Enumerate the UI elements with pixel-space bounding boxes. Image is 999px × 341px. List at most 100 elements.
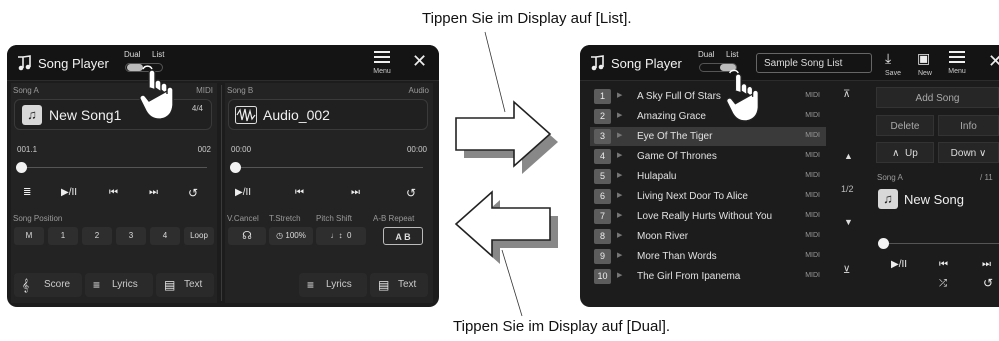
score-button[interactable]: 𝄞 Score [14,273,82,297]
close-icon-list[interactable]: ✕ [988,51,999,72]
pitch-shift-value: 0 [347,231,352,240]
repeat-icon-list[interactable]: ↺ [983,276,993,290]
play-pause-icon-b[interactable]: ▶/II [235,187,251,198]
song-position-marker-1[interactable]: 1 [48,227,78,245]
play-pause-icon[interactable]: ▶/II [61,187,77,198]
song-a-progress-track[interactable] [21,167,207,168]
loop-button[interactable]: Loop [184,227,214,245]
delete-button[interactable]: Delete [876,115,934,136]
scroll-to-top-icon[interactable]: ⊼ [843,89,850,100]
tab-dual-list[interactable]: Dual [698,50,714,59]
song-position-marker-m[interactable]: M [14,227,44,245]
list-item[interactable]: 9 ▶ More Than Words MIDI [590,247,826,266]
lyrics-icon-b: ≡ [307,278,315,292]
list-item[interactable]: 1 ▶ A Sky Full Of Stars MIDI [590,87,826,106]
tab-list-list[interactable]: List [726,50,738,59]
list-item-name: Game Of Thrones [637,151,717,162]
song-position-marker-3[interactable]: 3 [116,227,146,245]
ab-repeat-label: A-B Repeat [373,214,415,223]
pitch-shift-button[interactable]: ♩↕ 0 [316,227,366,245]
track-select-icon[interactable]: ≣ [23,187,31,198]
play-pause-icon-list[interactable]: ▶/II [891,259,907,270]
song-a-position-start: 001.1 [17,145,38,154]
midi-song-icon-list: ♫ [878,189,898,209]
menu-button-list[interactable]: Menu [943,48,971,78]
list-item-number: 2 [594,109,611,124]
list-item[interactable]: 7 ▶ Love Really Hurts Without You MIDI [590,207,826,226]
save-label: Save [885,70,901,77]
list-item-format: MIDI [805,232,820,239]
list-item-name: Amazing Grace [637,111,706,122]
list-item[interactable]: 4 ▶ Game Of Thrones MIDI [590,147,826,166]
list-item-number: 10 [594,269,611,284]
menu-icon [374,51,390,66]
lyrics-button-a[interactable]: ≡ Lyrics [85,273,153,297]
new-button[interactable]: ▣ New [912,49,938,79]
repeat-icon[interactable]: ↺ [188,186,198,200]
rewind-icon-b[interactable]: ⏮ [295,187,304,198]
play-triangle-icon: ▶ [617,152,623,159]
save-icon: ⤓ [885,50,892,66]
song-position-marker-2[interactable]: 2 [82,227,112,245]
time-stretch-button[interactable]: ◷ 100% [269,227,313,245]
vocal-cancel-button[interactable]: ☊ [228,227,266,245]
list-item[interactable]: 10 ▶ The Girl From Ipanema MIDI [590,267,826,286]
rewind-icon-list[interactable]: ⏮ [939,259,948,270]
list-item-name: More Than Words [637,251,717,262]
list-item-format: MIDI [805,132,820,139]
text-button-b[interactable]: ▤ Text [370,273,428,297]
play-triangle-icon: ▶ [617,212,623,219]
song-player-icon-list [591,55,604,71]
info-button[interactable]: Info [938,115,999,136]
list-item-format: MIDI [805,192,820,199]
shuffle-icon[interactable]: ⤮ [939,278,947,289]
list-item-selected[interactable]: 3 ▶ Eye Of The Tiger MIDI [590,127,826,146]
song-position-marker-4[interactable]: 4 [150,227,180,245]
rewind-icon[interactable]: ⏮ [109,187,118,198]
song-a-name-box[interactable]: ♫ New Song1 4/4 [14,99,212,130]
save-button[interactable]: ⤓ Save [880,49,906,79]
time-signature: 4/4 [191,104,203,113]
song-b-progress-knob[interactable] [230,162,241,173]
song-b-format: Audio [408,86,429,95]
move-up-button[interactable]: ∧ Up [876,142,934,163]
list-item[interactable]: 5 ▶ Hulapalu MIDI [590,167,826,186]
add-song-button[interactable]: Add Song [876,87,999,108]
song-b-name: Audio_002 [263,107,330,123]
song-list-name[interactable]: Sample Song List [756,53,872,73]
fast-forward-icon[interactable]: ⏭ [149,187,158,198]
list-item[interactable]: 2 ▶ Amazing Grace MIDI [590,107,826,126]
repeat-icon-b[interactable]: ↺ [406,186,416,200]
ab-repeat-button[interactable]: A B [383,227,423,245]
list-item-number: 4 [594,149,611,164]
tab-dual[interactable]: Dual [124,50,140,59]
song-progress-knob-list[interactable] [878,238,889,249]
list-item[interactable]: 6 ▶ Living Next Door To Alice MIDI [590,187,826,206]
list-item-name: Moon River [637,231,689,242]
list-item[interactable]: 8 ▶ Moon River MIDI [590,227,826,246]
close-icon[interactable]: ✕ [412,51,427,72]
song-progress-track-list[interactable] [883,243,999,244]
fast-forward-icon-b[interactable]: ⏭ [351,187,360,198]
song-b-name-box[interactable]: Audio_002 [228,99,428,130]
text-button-a[interactable]: ▤ Text [156,273,214,297]
caption-dual: Tippen Sie im Display auf [Dual]. [453,318,671,335]
fast-forward-icon-list[interactable]: ⏭ [982,259,991,270]
scroll-to-bottom-icon[interactable]: ⊻ [843,265,850,276]
lyrics-button-b[interactable]: ≡ Lyrics [299,273,367,297]
list-item-name: The Girl From Ipanema [637,271,741,282]
move-down-label: Down [950,148,977,159]
clock-icon: ◷ [276,231,284,240]
tab-list[interactable]: List [152,50,164,59]
play-triangle-icon: ▶ [617,252,623,259]
play-triangle-icon: ▶ [617,232,623,239]
page-down-icon[interactable]: ▼ [844,217,853,227]
song-b-progress-track[interactable] [235,167,423,168]
play-triangle-icon: ▶ [617,92,623,99]
list-item-name: Living Next Door To Alice [637,191,748,202]
menu-button[interactable]: Menu [368,48,396,78]
song-a-progress-knob[interactable] [16,162,27,173]
song-b-panel: Song B Audio Audio_002 00:00 00:00 ▶/II … [225,83,433,303]
page-up-icon[interactable]: ▲ [844,151,853,161]
move-down-button[interactable]: Down ∨ [938,142,999,163]
